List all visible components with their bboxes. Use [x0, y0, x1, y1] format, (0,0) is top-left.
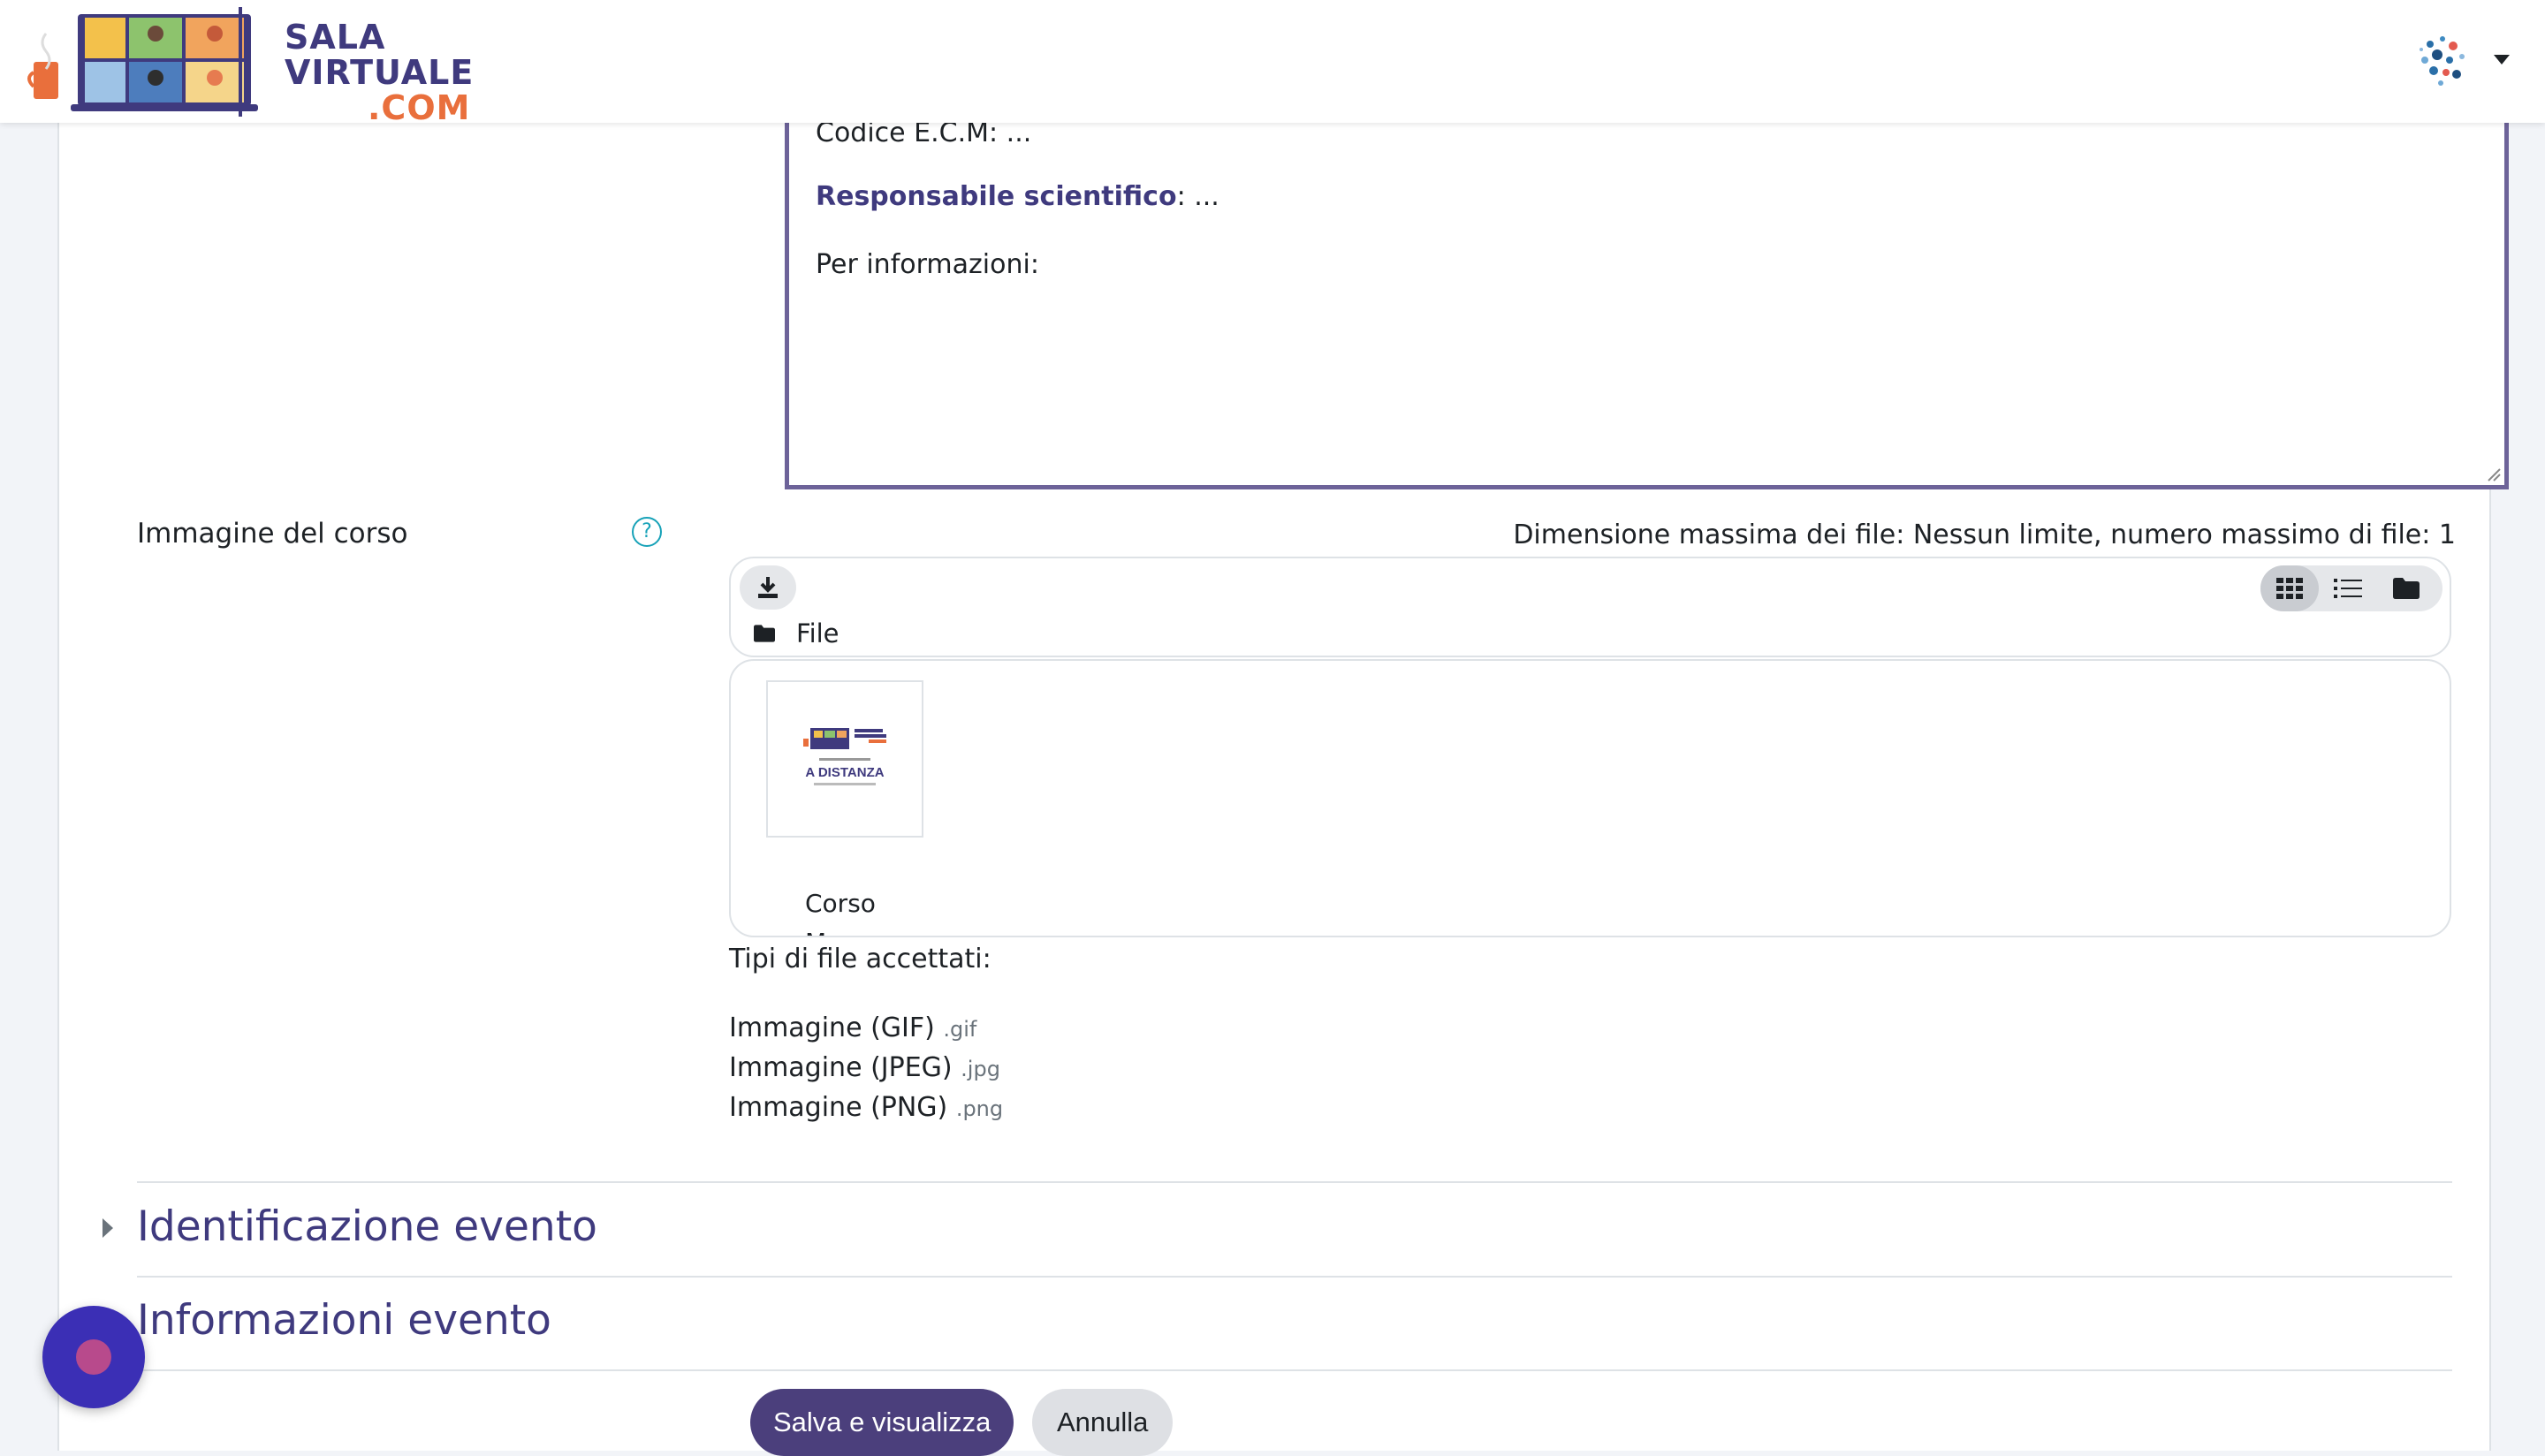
section-identificazione-evento[interactable]: Identificazione evento [137, 1202, 597, 1251]
section-divider [137, 1369, 2452, 1371]
course-image-preview: A DISTANZA [784, 721, 906, 800]
brand-line-1: SALA [285, 18, 386, 57]
collapse-caret-icon[interactable] [103, 1218, 113, 1238]
section-divider [137, 1276, 2452, 1278]
accepted-types-title: Tipi di file accettati: [729, 944, 991, 974]
save-and-view-button[interactable]: Salva e visualizza [750, 1389, 1014, 1456]
brand-line-3: .COM [368, 88, 471, 127]
folder-icon [754, 625, 775, 642]
chevron-down-icon [2494, 55, 2510, 64]
main-content-card: Codice E.C.M: ... Responsabile scientifi… [57, 118, 2509, 1456]
section-divider [137, 1181, 2452, 1183]
resize-grip-icon[interactable] [2485, 466, 2501, 482]
brand-name: SALA VIRTUALE .COM [285, 19, 474, 125]
grid-icon [2276, 578, 2303, 599]
download-button[interactable] [740, 565, 796, 610]
chat-launcher-button[interactable] [42, 1306, 145, 1408]
logo-divider [239, 7, 242, 117]
tree-view-button[interactable] [2377, 565, 2435, 611]
file-type-jpeg: Immagine (JPEG) .jpg [729, 1049, 1003, 1088]
top-navbar: SALA VIRTUALE .COM [0, 0, 2545, 125]
avatar [2420, 36, 2465, 86]
laptop-logo-icon [27, 14, 258, 111]
grid-view-button[interactable] [2260, 565, 2319, 611]
thumbnail-caption: A DISTANZA [805, 765, 884, 780]
file-type-name: Immagine (JPEG) [729, 1052, 953, 1083]
list-icon [2334, 579, 2362, 598]
file-type-gif: Immagine (GIF) .gif [729, 1009, 1003, 1049]
list-view-button[interactable] [2319, 565, 2377, 611]
help-icon[interactable]: ? [632, 517, 662, 547]
folder-icon [2393, 578, 2420, 599]
cancel-button[interactable]: Annulla [1032, 1389, 1174, 1456]
file-thumbnail[interactable]: A DISTANZA [766, 680, 923, 838]
course-image-label: Immagine del corso [137, 518, 408, 550]
file-name[interactable]: Corso [805, 889, 876, 918]
download-icon [758, 577, 778, 598]
file-name-overflow: Ma... [805, 928, 865, 936]
file-type-ext: .png [955, 1096, 1004, 1121]
description-editor[interactable]: Codice E.C.M: ... Responsabile scientifi… [785, 118, 2509, 489]
breadcrumb-root[interactable]: File [796, 618, 839, 648]
file-type-ext: .gif [943, 1017, 977, 1042]
file-type-png: Immagine (PNG) .png [729, 1088, 1003, 1128]
accepted-file-types: Tipi di file accettati: Immagine (GIF) .… [729, 940, 1003, 1128]
file-type-ext: .jpg [961, 1057, 1000, 1081]
responsabile-label: Responsabile scientifico [816, 181, 1177, 212]
max-file-size-info: Dimensione massima dei file: Nessun limi… [1513, 519, 2456, 550]
user-menu[interactable] [2412, 30, 2510, 92]
file-type-name: Immagine (PNG) [729, 1092, 948, 1123]
chat-icon [76, 1339, 111, 1375]
file-manager-toolbar: File [729, 557, 2451, 657]
brand-line-2: VIRTUALE [285, 53, 475, 92]
editor-line-responsabile: Responsabile scientifico: ... [816, 181, 1219, 212]
editor-line-info: Per informazioni: [816, 249, 1039, 280]
section-informazioni-evento[interactable]: Informazioni evento [137, 1296, 551, 1345]
site-logo[interactable]: SALA VIRTUALE .COM [27, 7, 473, 125]
breadcrumb: File [754, 618, 839, 648]
responsabile-value: : ... [1176, 181, 1219, 212]
view-mode-switch [2260, 565, 2442, 611]
file-type-name: Immagine (GIF) [729, 1012, 935, 1043]
file-area: A DISTANZA Corso Ma... [729, 659, 2451, 937]
